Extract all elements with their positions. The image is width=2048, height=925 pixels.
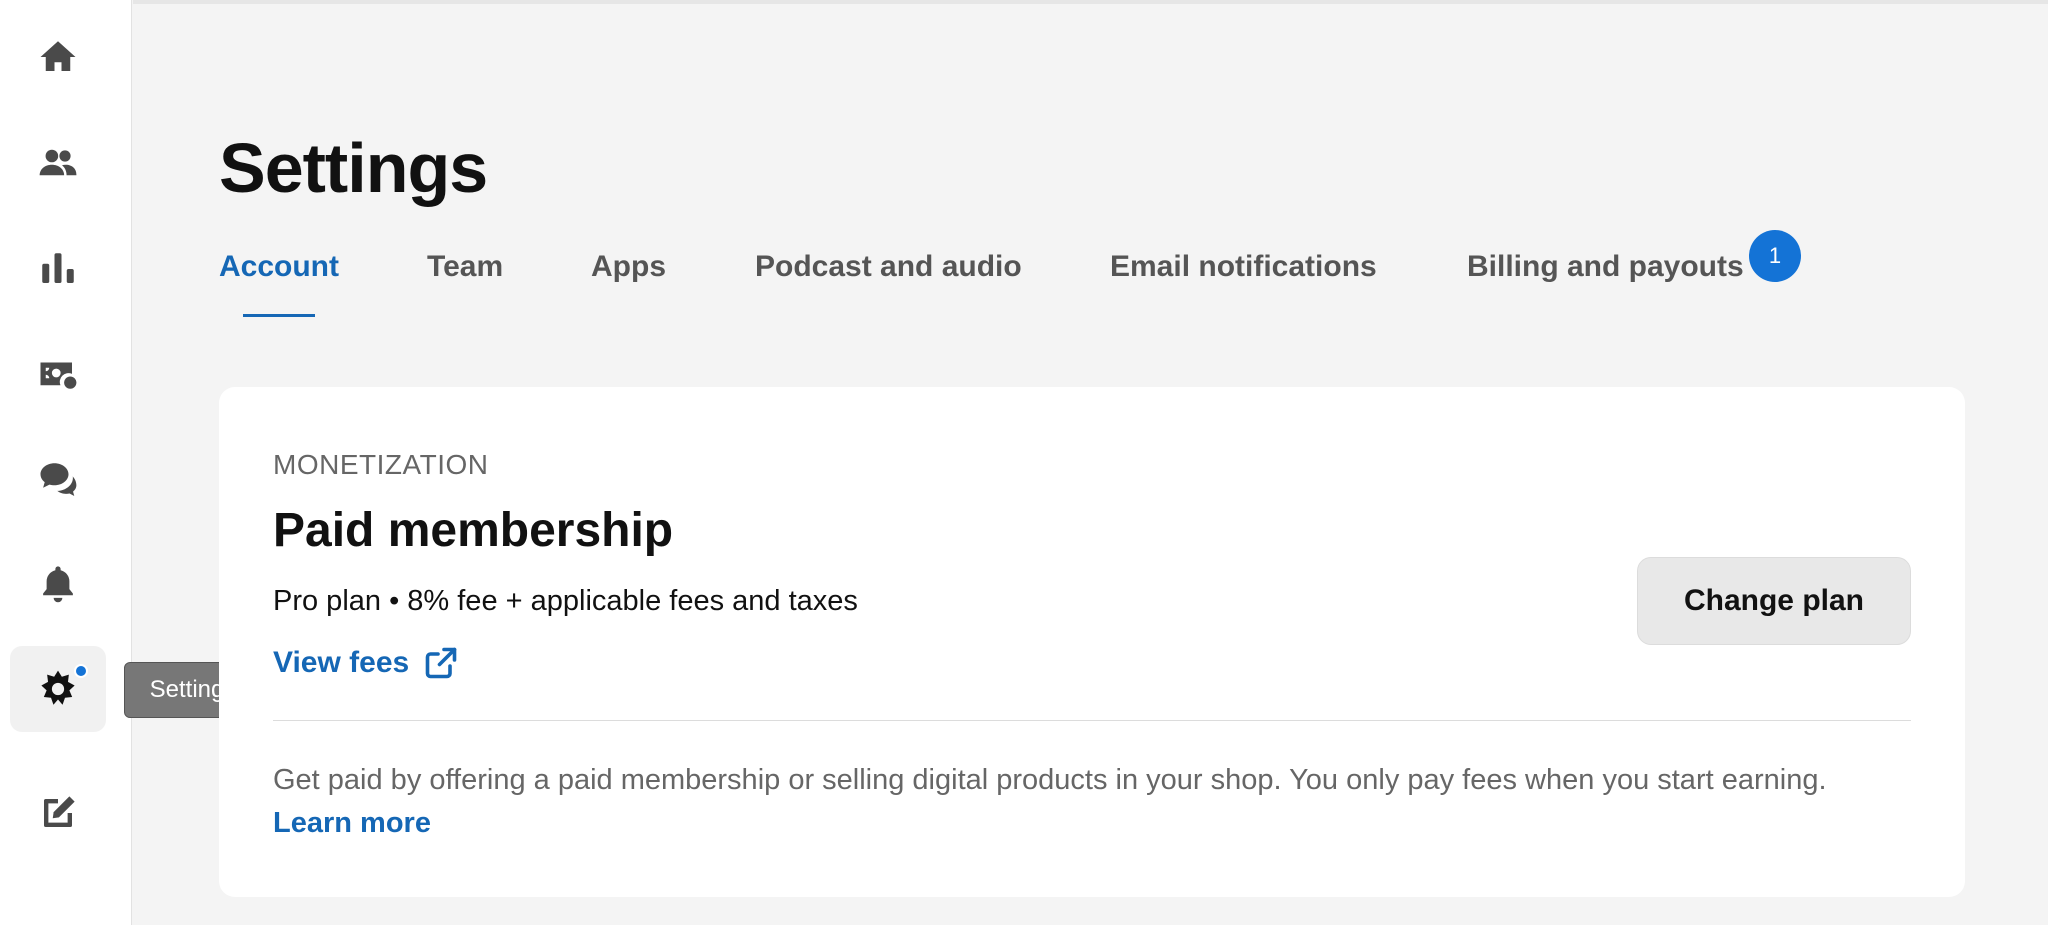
tab-label: Account: [219, 250, 339, 283]
tab-label: Billing and payouts: [1467, 250, 1744, 283]
paid-membership-card: MONETIZATION Paid membership Pro plan • …: [219, 387, 1965, 897]
tab-label: Email notifications: [1110, 250, 1377, 283]
description-text: Get paid by offering a paid membership o…: [273, 764, 1827, 796]
tab-team[interactable]: Team: [427, 250, 503, 284]
notification-dot: [74, 664, 88, 678]
billing-badge: 1: [1749, 230, 1801, 282]
page-title: Settings: [219, 129, 488, 207]
sidebar-item-notifications[interactable]: [10, 540, 106, 626]
tab-email-notifications[interactable]: Email notifications: [1110, 250, 1377, 284]
home-icon: [40, 41, 76, 71]
tab-podcast-and-audio[interactable]: Podcast and audio: [755, 250, 1022, 284]
sidebar-item-stats[interactable]: [10, 226, 106, 312]
active-tab-indicator: [243, 314, 315, 317]
section-eyebrow: MONETIZATION: [273, 449, 489, 480]
bar-chart-icon: [42, 253, 74, 283]
chat-bubbles-icon: [40, 463, 77, 496]
external-link-icon: [425, 647, 457, 679]
edit-icon: [44, 796, 75, 827]
sidebar-item-settings[interactable]: [10, 646, 106, 732]
view-fees-label: View fees: [273, 646, 410, 679]
bell-icon: [43, 566, 73, 603]
card-title: Paid membership: [273, 504, 674, 557]
tab-apps[interactable]: Apps: [591, 250, 666, 284]
learn-more-link[interactable]: Learn more: [273, 807, 431, 839]
tab-label: Team: [427, 250, 504, 283]
top-border: [133, 0, 2048, 4]
sidebar-item-write[interactable]: [10, 770, 106, 856]
view-fees-link[interactable]: View fees: [273, 645, 459, 681]
money-icon: [40, 362, 77, 389]
people-icon: [39, 149, 77, 176]
divider: [273, 720, 1911, 721]
sidebar-item-subscribers[interactable]: [10, 120, 106, 206]
tab-billing-and-payouts[interactable]: Billing and payouts: [1467, 250, 1744, 284]
app: Settings Settings Account Team Apps Podc…: [0, 0, 2048, 925]
card-description: Get paid by offering a paid membership o…: [273, 759, 1893, 845]
settings-tabs: Account Team Apps Podcast and audio Emai…: [219, 230, 1819, 320]
sidebar: [0, 0, 132, 925]
plan-summary: Pro plan • 8% fee + applicable fees and …: [273, 585, 858, 617]
tab-label: Apps: [591, 250, 666, 283]
sidebar-item-chat[interactable]: [10, 436, 106, 522]
change-plan-button[interactable]: Change plan: [1637, 557, 1911, 645]
gear-icon: [41, 670, 75, 705]
tab-label: Podcast and audio: [755, 250, 1022, 283]
sidebar-item-money[interactable]: [10, 330, 106, 416]
tab-account[interactable]: Account: [219, 250, 339, 317]
sidebar-item-home[interactable]: [10, 14, 106, 100]
